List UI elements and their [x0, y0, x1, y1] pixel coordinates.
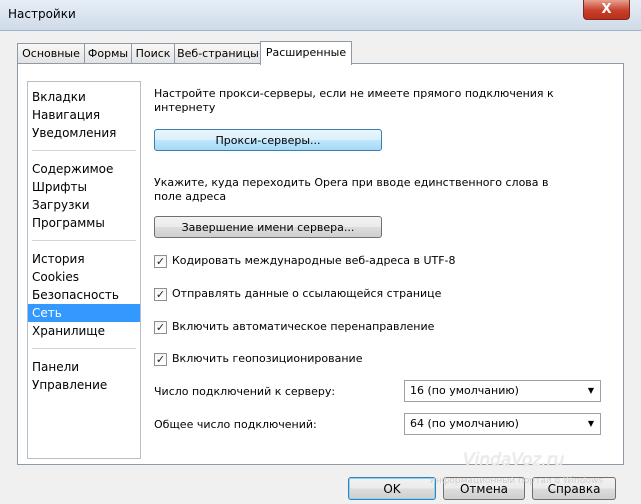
- server-connections-label: Число подключений к серверу:: [154, 385, 336, 398]
- watermark-subtitle: информационный портал о Windows: [430, 476, 604, 486]
- checkmark-icon: ✓: [155, 288, 166, 301]
- window-title: Настройки: [8, 7, 76, 21]
- proxy-description: Настройте прокси-серверы, если не имеете…: [154, 87, 554, 100]
- total-connections-select[interactable]: 64 (по умолчанию) ▼: [404, 413, 601, 435]
- referrer-checkbox[interactable]: ✓: [154, 288, 167, 301]
- total-connections-value: 64 (по умолчанию): [410, 417, 519, 430]
- tab-webpages[interactable]: Веб-страницы: [174, 43, 262, 63]
- sidebar-item-content[interactable]: Содержимое: [28, 160, 140, 178]
- close-button[interactable]: X: [583, 0, 630, 20]
- sidebar-item-cookies[interactable]: Cookies: [28, 268, 140, 286]
- category-list[interactable]: Вкладки Навигация Уведомления Содержимое…: [27, 81, 141, 459]
- sidebar-item-history[interactable]: История: [28, 250, 140, 268]
- settings-panel: Вкладки Навигация Уведомления Содержимое…: [17, 63, 624, 465]
- sidebar-item-fonts[interactable]: Шрифты: [28, 178, 140, 196]
- tab-forms[interactable]: Формы: [84, 43, 132, 63]
- tab-search[interactable]: Поиск: [131, 43, 175, 63]
- sidebar-item-navigation[interactable]: Навигация: [28, 106, 140, 124]
- sidebar-item-notifications[interactable]: Уведомления: [28, 124, 140, 142]
- sidebar-item-storage[interactable]: Хранилище: [28, 322, 140, 340]
- auto-redirect-checkbox-label: Включить автоматическое перенаправление: [172, 320, 435, 333]
- server-name-completion-button[interactable]: Завершение имени сервера...: [154, 216, 382, 238]
- sidebar-item-tabs[interactable]: Вкладки: [28, 88, 140, 106]
- server-completion-description: Укажите, куда переходить Opera при вводе…: [154, 176, 549, 189]
- tab-general[interactable]: Основные: [17, 43, 85, 63]
- ok-button[interactable]: OK: [348, 477, 436, 500]
- chevron-down-icon: ▼: [587, 419, 594, 428]
- utf8-checkbox-label: Кодировать международные веб-адреса в UT…: [172, 254, 456, 267]
- tab-advanced[interactable]: Расширенные: [260, 41, 352, 65]
- server-connections-select[interactable]: 16 (по умолчанию) ▼: [404, 380, 601, 402]
- sidebar-divider: [32, 240, 136, 241]
- checkmark-icon: ✓: [155, 321, 166, 334]
- geolocation-checkbox-label: Включить геопозиционирование: [172, 352, 363, 365]
- checkmark-icon: ✓: [155, 255, 166, 268]
- sidebar-item-downloads[interactable]: Загрузки: [28, 196, 140, 214]
- utf8-checkbox[interactable]: ✓: [154, 255, 167, 268]
- total-connections-label: Общее число подключений:: [154, 418, 317, 431]
- proxy-servers-button[interactable]: Прокси-серверы...: [154, 129, 382, 151]
- title-bar: Настройки X: [0, 0, 641, 31]
- referrer-checkbox-label: Отправлять данные о ссылающейся странице: [172, 287, 442, 300]
- chevron-down-icon: ▼: [587, 386, 594, 395]
- sidebar-item-programs[interactable]: Программы: [28, 214, 140, 232]
- sidebar-item-security[interactable]: Безопасность: [28, 286, 140, 304]
- server-connections-value: 16 (по умолчанию): [410, 384, 519, 397]
- sidebar-item-toolbars[interactable]: Панели: [28, 358, 140, 376]
- sidebar-divider: [32, 348, 136, 349]
- sidebar-divider: [32, 150, 136, 151]
- watermark-logo: VindaVoz.ru: [463, 450, 565, 470]
- auto-redirect-checkbox[interactable]: ✓: [154, 321, 167, 334]
- proxy-description-line2: интернету: [154, 101, 216, 114]
- checkmark-icon: ✓: [155, 353, 166, 366]
- server-completion-description-line2: поле адреса: [154, 190, 227, 203]
- sidebar-item-management[interactable]: Управление: [28, 376, 140, 394]
- geolocation-checkbox[interactable]: ✓: [154, 353, 167, 366]
- close-icon: X: [601, 2, 612, 17]
- sidebar-item-network[interactable]: Сеть: [28, 304, 140, 322]
